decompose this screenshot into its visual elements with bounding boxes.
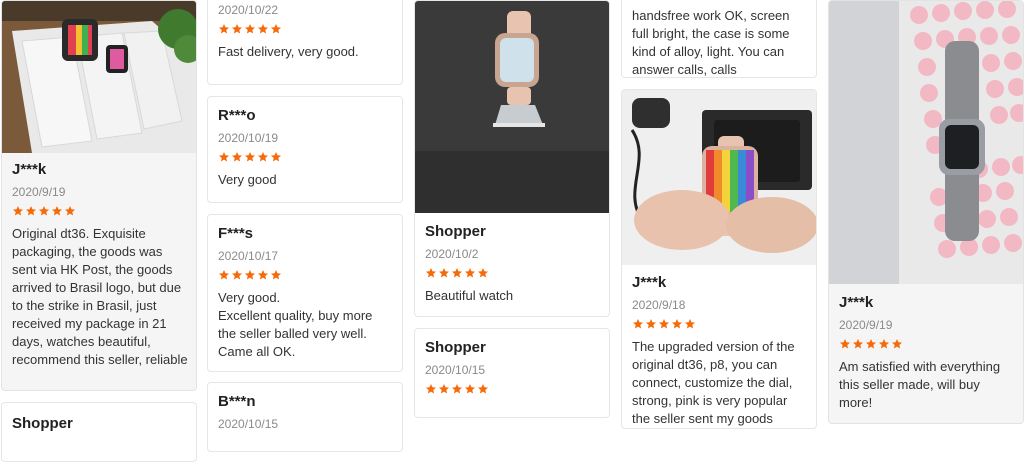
reviewer-name: Shopper [425, 339, 486, 356]
review-photo[interactable] [829, 1, 1023, 284]
star-icon [852, 338, 864, 350]
star-icon [231, 23, 243, 35]
star-icon [451, 383, 463, 395]
review-date: 2020/10/15 [425, 363, 486, 377]
reviewer-name: Shopper [12, 415, 73, 432]
review-date: 2020/10/22 [218, 3, 279, 17]
star-icon [632, 318, 644, 330]
reviewer-name: Shopper [425, 223, 486, 240]
star-icon [244, 151, 256, 163]
star-icon [464, 383, 476, 395]
review-card-11[interactable]: J***k 2020/9/19 Am satisfied with everyt… [828, 0, 1024, 424]
star-icon [425, 267, 437, 279]
reviewer-name: J***k [839, 294, 874, 311]
reviewer-name: B***n [218, 393, 256, 410]
review-date: 2020/9/19 [839, 318, 893, 332]
review-text: Beautiful watch [425, 288, 514, 303]
star-icon [477, 383, 489, 395]
review-card-4[interactable]: R***o 2020/10/19 Very good [207, 96, 403, 203]
review-date: 2020/9/18 [632, 298, 686, 312]
star-icon [218, 23, 230, 35]
review-text: Original dt36. Exquisite packaging, the … [12, 226, 188, 367]
star-icon [38, 205, 50, 217]
star-rating [218, 269, 394, 283]
review-photo[interactable] [622, 90, 816, 265]
star-icon [425, 383, 437, 395]
star-icon [257, 151, 269, 163]
star-icon [438, 383, 450, 395]
watch-box-photo [2, 1, 196, 153]
review-card-8[interactable]: Shopper 2020/10/15 [414, 328, 610, 418]
review-card-5[interactable]: F***s 2020/10/17 Very good. Excellent qu… [207, 214, 403, 372]
star-icon [218, 269, 230, 281]
review-text: Very good. Excellent quality, buy more t… [218, 290, 373, 359]
star-icon [451, 267, 463, 279]
review-card-7[interactable]: Shopper 2020/10/2 Beautiful watch [414, 0, 610, 317]
star-rating [425, 267, 601, 281]
review-photo[interactable] [415, 1, 609, 213]
star-icon [244, 23, 256, 35]
review-date: 2020/9/19 [12, 185, 66, 199]
reviewer-name: J***k [12, 161, 47, 178]
star-icon [270, 23, 282, 35]
star-rating [12, 205, 188, 219]
star-icon [218, 151, 230, 163]
star-icon [658, 318, 670, 330]
review-card-3[interactable]: 2020/10/22 Fast delivery, very good. [207, 0, 403, 85]
review-text: Very good [218, 172, 277, 187]
star-icon [51, 205, 63, 217]
review-text: handsfree work OK, screen full bright, t… [632, 8, 790, 77]
star-icon [25, 205, 37, 217]
review-text: Fast delivery, very good. [218, 44, 359, 59]
star-icon [244, 269, 256, 281]
star-rating [839, 338, 1015, 352]
star-rating [218, 151, 394, 165]
review-card-9[interactable]: handsfree work OK, screen full bright, t… [621, 0, 817, 78]
review-card-6[interactable]: B***n 2020/10/15 [207, 382, 403, 452]
review-text: Am satisfied with everything this seller… [839, 359, 1001, 410]
star-icon [464, 267, 476, 279]
review-card-1[interactable]: J***k 2020/9/19 Original dt36. Exquisite… [1, 0, 197, 391]
star-icon [438, 267, 450, 279]
reviewer-name: R***o [218, 107, 256, 124]
star-icon [878, 338, 890, 350]
star-icon [257, 269, 269, 281]
review-date: 2020/10/2 [425, 247, 479, 261]
star-rating [425, 383, 601, 397]
star-icon [671, 318, 683, 330]
star-icon [270, 269, 282, 281]
review-card-2[interactable]: Shopper [1, 402, 197, 462]
review-card-10[interactable]: J***k 2020/9/18 The upgraded version of … [621, 89, 817, 429]
star-rating [632, 318, 808, 332]
watch-on-pink-keyboard-photo [829, 1, 1023, 284]
star-icon [64, 205, 76, 217]
star-rating [218, 23, 394, 37]
star-icon [231, 151, 243, 163]
watch-in-hand-rainbow-photo [622, 90, 816, 265]
reviewer-name: J***k [632, 274, 667, 291]
review-date: 2020/10/19 [218, 131, 279, 145]
star-icon [12, 205, 24, 217]
star-icon [684, 318, 696, 330]
review-date: 2020/10/17 [218, 249, 279, 263]
star-icon [891, 338, 903, 350]
star-icon [865, 338, 877, 350]
pink-watch-on-stand-photo [415, 1, 609, 213]
star-icon [839, 338, 851, 350]
star-icon [270, 151, 282, 163]
star-icon [645, 318, 657, 330]
star-icon [231, 269, 243, 281]
star-icon [257, 23, 269, 35]
reviewer-name: F***s [218, 225, 254, 242]
star-icon [477, 267, 489, 279]
review-text: The upgraded version of the original dt3… [632, 339, 795, 426]
review-photo[interactable] [2, 1, 196, 153]
